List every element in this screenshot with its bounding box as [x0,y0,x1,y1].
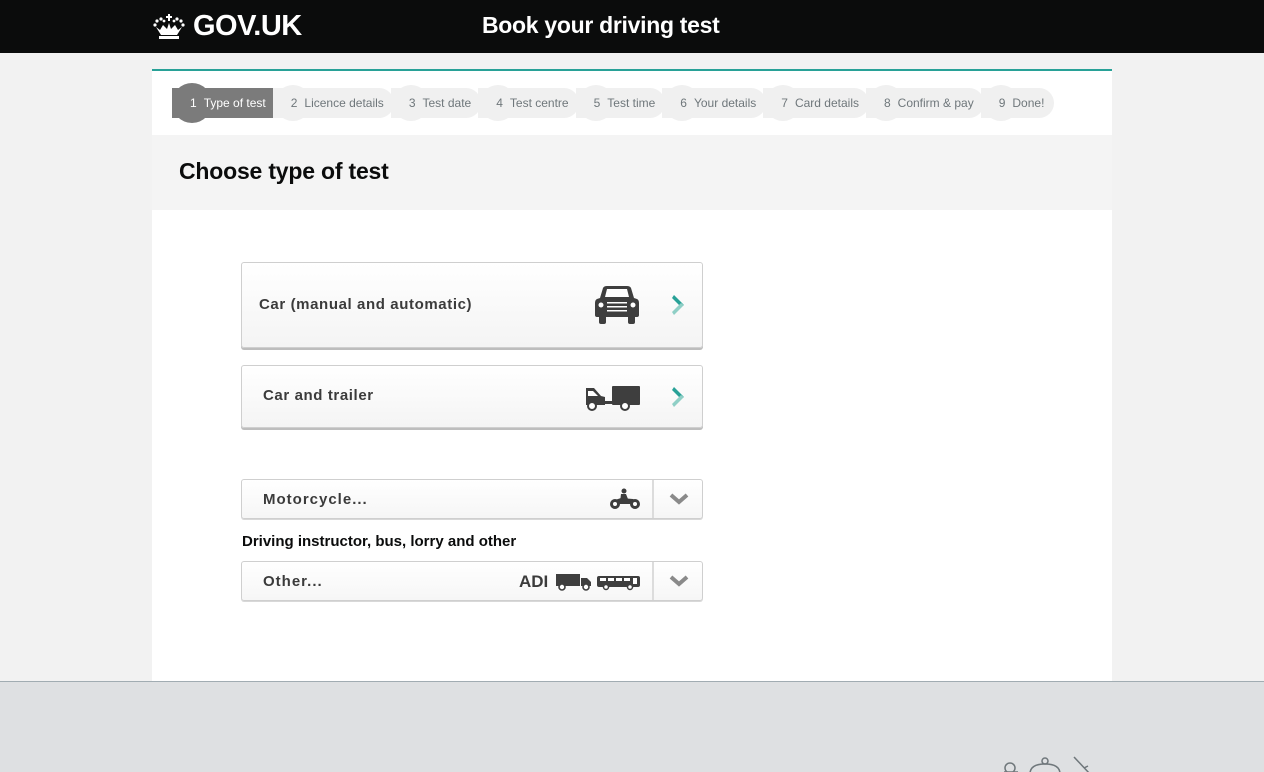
step-label: Confirm & pay [897,96,974,110]
logo-text: GOV.UK [193,10,302,42]
title-band: Choose type of test [152,135,1112,210]
site-header: GOV.UK Book your driving test [0,0,1264,53]
chevron-down-icon [669,575,689,587]
chevron-right-icon [672,295,684,315]
motorcycle-select[interactable]: Motorcycle... [241,479,703,519]
step-type-of-test: 1 Type of test [172,83,276,123]
royal-coat-of-arms-icon [1004,756,1090,772]
car-test-button[interactable]: Car (manual and automatic) [241,262,703,348]
step-test-time: 5 Test time [575,83,666,123]
other-test-select[interactable]: Other... ADI [241,561,703,601]
car-trailer-icon [586,386,640,411]
step-test-date: 3 Test date [390,83,482,123]
step-label: Test centre [509,96,569,110]
crown-icon [153,13,185,39]
lorry-icon [556,574,591,591]
car-trailer-test-label: Car and trailer [263,387,374,404]
step-test-centre: 4 Test centre [478,83,579,123]
step-your-details: 6 Your details [662,83,767,123]
page-title: Choose type of test [179,158,389,184]
step-number: 9 [998,96,1006,110]
step-label: Your details [693,96,757,110]
car-test-label: Car (manual and automatic) [259,296,473,313]
chevron-right-icon [672,387,684,407]
step-number: 8 [883,96,891,110]
step-number: 5 [593,96,601,110]
step-confirm-pay: 8 Confirm & pay [865,83,984,123]
bus-icon [597,576,640,591]
step-number: 3 [408,96,416,110]
step-label: Card details [794,96,859,110]
other-select-value: Other... [263,573,323,590]
step-label: Test time [607,96,656,110]
service-name[interactable]: Book your driving test [482,12,720,39]
step-number: 4 [496,96,503,110]
other-tests-heading: Driving instructor, bus, lorry and other [242,533,517,550]
step-label: Test date [422,96,472,110]
adi-label: ADI [519,572,549,591]
car-trailer-test-button[interactable]: Car and trailer [241,365,703,428]
motorcycle-select-value: Motorcycle... [263,491,368,508]
motorcycle-dropdown-toggle[interactable] [652,480,702,518]
progress-steps: 1 Type of test 2 Licence details 3 Test dat… [172,83,1055,123]
step-number: 7 [781,96,788,110]
step-done: 9 Done! [980,83,1055,123]
step-number: 2 [290,96,298,110]
chevron-down-icon [669,493,689,505]
step-number: 6 [680,96,687,110]
step-card-details: 7 Card details [763,83,869,123]
other-dropdown-toggle[interactable] [652,562,702,600]
motorcycle-icon [610,488,640,509]
car-icon [595,286,639,324]
site-footer [0,681,1264,772]
step-label: Licence details [304,96,384,110]
main-content: 1 Type of test 2 Licence details 3 Test dat… [152,69,1112,682]
step-licence-details: 2 Licence details [272,83,394,123]
govuk-logo[interactable]: GOV.UK [152,10,302,43]
step-label: Type of test [203,96,266,110]
step-number: 1 [190,96,197,110]
step-label: Done! [1012,96,1045,110]
